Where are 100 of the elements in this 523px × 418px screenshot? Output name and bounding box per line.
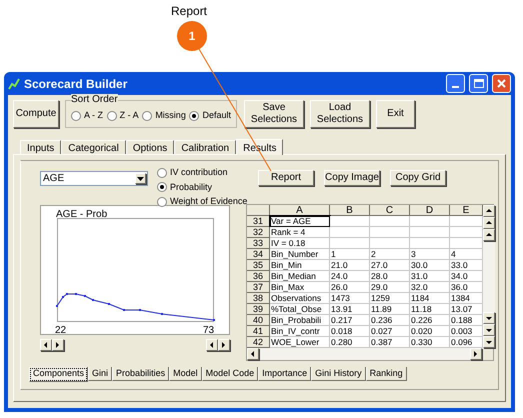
table-cell: 0.096: [450, 337, 483, 348]
scroll-arrow-button[interactable]: [483, 324, 495, 336]
table-cell: 0.226: [410, 315, 450, 326]
row-header: 33: [247, 238, 270, 249]
row-header: 39: [247, 304, 270, 315]
scroll-arrow-button[interactable]: [247, 348, 259, 360]
tab[interactable]: Model: [169, 367, 202, 381]
tab[interactable]: Inputs: [20, 140, 62, 154]
row-header: 38: [247, 293, 270, 304]
table-cell: 4: [450, 249, 483, 260]
copy-image-button[interactable]: Copy Image: [324, 170, 380, 186]
step-number-badge: 1: [177, 21, 207, 51]
table-cell: Bin_IV_contr: [270, 326, 330, 337]
tab[interactable]: Ranking: [366, 367, 407, 381]
radio-button[interactable]: [157, 168, 167, 178]
table-cell: 21.0: [330, 260, 370, 271]
save-selections-button[interactable]: Save Selections: [244, 100, 304, 128]
table-cell: 24.0: [330, 271, 370, 282]
table-cell: 1384: [450, 293, 483, 304]
scroll-arrow-button[interactable]: [40, 339, 52, 351]
radio-option[interactable]: IV contribution: [157, 166, 248, 180]
tab[interactable]: Options: [126, 140, 174, 154]
copy-grid-button[interactable]: Copy Grid: [390, 170, 446, 186]
table-cell: 0.217: [330, 315, 370, 326]
tab[interactable]: Calibration: [174, 140, 236, 154]
table-cell: 34.0: [450, 271, 483, 282]
tab[interactable]: Gini: [88, 367, 112, 381]
scroll-arrow-button[interactable]: [483, 336, 495, 348]
exit-button[interactable]: Exit: [376, 100, 415, 128]
scroll-arrow-button[interactable]: [483, 229, 495, 241]
table-cell: 1184: [410, 293, 450, 304]
tab[interactable]: Categorical: [61, 140, 126, 154]
tab[interactable]: Model Code: [202, 367, 258, 381]
table-cell: [450, 227, 483, 238]
tab[interactable]: Components: [29, 367, 88, 382]
table-cell: Bin_Min: [270, 260, 330, 271]
radio-option[interactable]: A - Z: [71, 108, 104, 122]
callout-label: Report: [171, 3, 208, 20]
radio-option[interactable]: Z - A: [106, 108, 139, 122]
minimize-button[interactable]: [446, 74, 465, 93]
table-cell: 0.020: [410, 326, 450, 337]
radio-button[interactable]: [189, 110, 200, 120]
radio-button[interactable]: [157, 196, 167, 207]
report-button[interactable]: Report: [258, 170, 314, 186]
table-cell: [450, 216, 483, 227]
radio-option[interactable]: Weight of Evidence: [157, 195, 248, 208]
table-cell: 0.330: [410, 337, 450, 348]
close-button[interactable]: [492, 74, 511, 93]
table-cell: IV = 0.18: [270, 238, 330, 249]
compute-button[interactable]: Compute: [13, 100, 59, 128]
table-cell: 33.0: [450, 260, 483, 271]
maximize-button[interactable]: [469, 74, 488, 93]
scroll-arrow-button[interactable]: [52, 339, 64, 351]
load-selections-button[interactable]: Load Selections: [310, 100, 370, 128]
table-cell: 1473: [330, 293, 370, 304]
scroll-arrow-button[interactable]: [483, 217, 495, 229]
scroll-arrow-button[interactable]: [470, 348, 482, 360]
table-cell: [450, 238, 483, 249]
table-cell: 11.89: [370, 304, 410, 315]
radio-button[interactable]: [142, 110, 152, 120]
column-header: A: [270, 205, 330, 216]
window-title: Scorecard Builder: [24, 76, 128, 92]
variable-dropdown[interactable]: AGE: [40, 171, 148, 186]
table-cell: 30.0: [410, 260, 450, 271]
tab[interactable]: Probabilities: [112, 367, 170, 381]
radio-button[interactable]: [157, 182, 167, 192]
table-cell: 27.0: [370, 260, 410, 271]
column-header: D: [410, 205, 450, 216]
table-cell: Bin_Number: [270, 249, 330, 260]
table-cell: 0.188: [450, 315, 483, 326]
close-icon: [497, 79, 506, 88]
table-cell: 0.280: [330, 337, 370, 348]
scroll-arrow-button[interactable]: [483, 205, 495, 217]
x-axis-label: 22: [55, 324, 66, 338]
radio-option[interactable]: Probability: [157, 180, 248, 194]
row-header: 41: [247, 326, 270, 337]
scroll-arrow-button[interactable]: [483, 312, 495, 324]
radio-button[interactable]: [71, 110, 81, 120]
scroll-arrow-button[interactable]: [206, 339, 218, 351]
table-cell: 1259: [370, 293, 410, 304]
radio-option[interactable]: Missing: [142, 108, 186, 122]
x-axis-label: 73: [203, 324, 214, 338]
row-header: 32: [247, 227, 270, 238]
table-cell: [330, 227, 370, 238]
table-cell: 0.027: [370, 326, 410, 337]
radio-option[interactable]: Default: [189, 108, 231, 122]
row-header: 42: [247, 337, 270, 348]
table-cell: [370, 216, 410, 227]
radio-button[interactable]: [106, 110, 117, 120]
table-cell: [330, 238, 370, 249]
column-header: C: [370, 205, 410, 216]
table-cell: Bin_Probabili: [270, 315, 330, 326]
tab[interactable]: Importance: [258, 367, 312, 381]
scroll-arrow-button[interactable]: [218, 339, 230, 351]
table-cell: [330, 216, 370, 227]
column-header: E: [450, 205, 483, 216]
row-header: 34: [247, 249, 270, 260]
tab[interactable]: Gini History: [311, 367, 366, 381]
table-cell: 11.18: [410, 304, 450, 315]
table-cell: 26.0: [330, 282, 370, 293]
